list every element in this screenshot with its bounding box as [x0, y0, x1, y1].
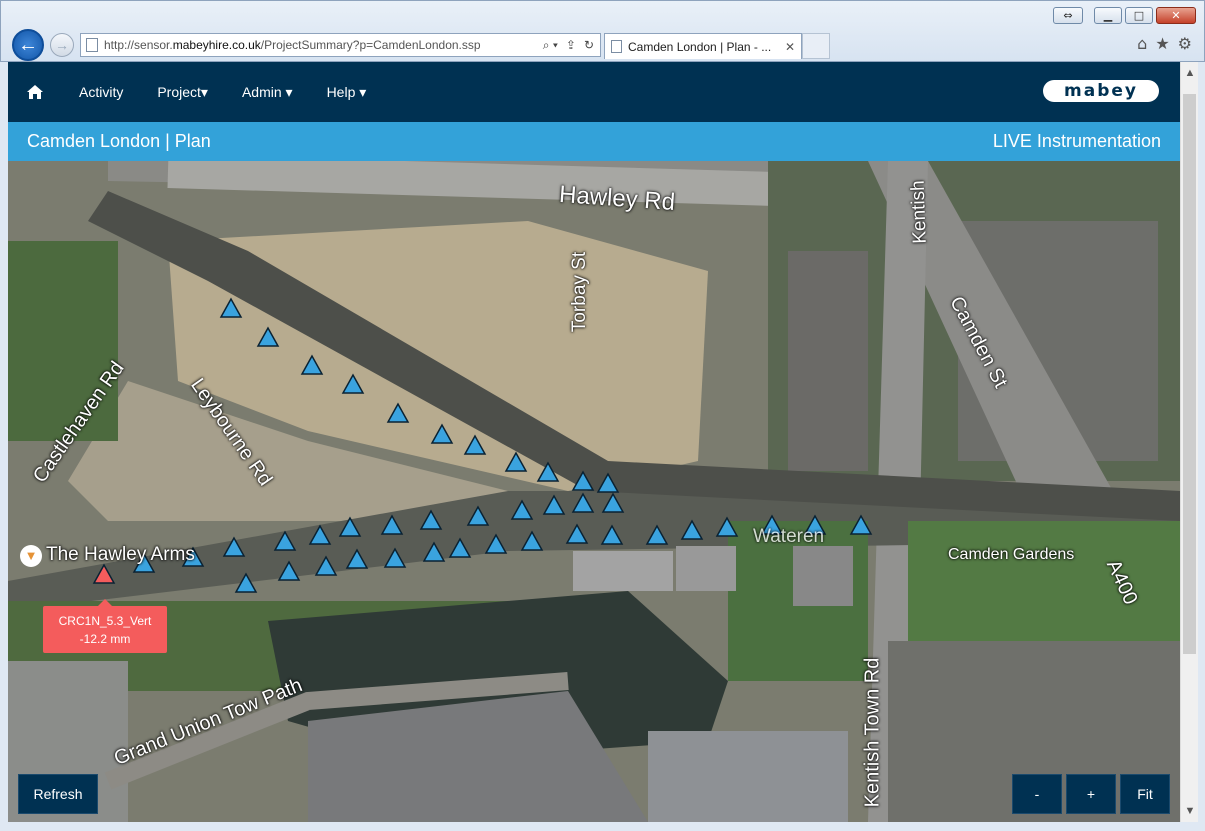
sensor-marker[interactable]: [234, 572, 258, 593]
new-tab-button[interactable]: [802, 33, 830, 59]
search-icon[interactable]: ⌕ ▾: [543, 38, 558, 53]
sensor-marker[interactable]: [448, 537, 472, 558]
settings-icon[interactable]: ⚙: [1178, 34, 1192, 53]
scroll-thumb[interactable]: [1183, 94, 1196, 654]
sensor-marker[interactable]: [341, 373, 365, 394]
sensor-marker[interactable]: [419, 509, 443, 530]
sensor-marker[interactable]: [463, 434, 487, 455]
page-icon: [86, 38, 98, 52]
sensor-marker[interactable]: [601, 492, 625, 513]
sensor-marker[interactable]: [338, 516, 362, 537]
window-controls: ⇔ ▁ □ ✕: [1053, 7, 1196, 24]
map-label-hawley-arms[interactable]: ▼ The Hawley Arms: [20, 544, 195, 567]
sensor-marker[interactable]: [542, 494, 566, 515]
sensor-marker[interactable]: [430, 423, 454, 444]
page-title: Camden London | Plan: [27, 131, 211, 151]
sensor-marker[interactable]: [219, 297, 243, 318]
map-label-torbay-st: Torbay St: [569, 251, 591, 333]
nav-activity[interactable]: Activity: [62, 84, 140, 100]
sensor-marker[interactable]: [849, 514, 873, 535]
sensor-marker[interactable]: [680, 519, 704, 540]
map-label-camden-gardens: Camden Gardens: [948, 546, 1075, 563]
nav-admin[interactable]: Admin ▾: [225, 84, 310, 101]
home-icon[interactable]: ⌂: [1137, 34, 1147, 53]
refresh-icon[interactable]: ↻: [584, 38, 594, 53]
sensor-marker[interactable]: [536, 461, 560, 482]
sensor-marker[interactable]: [571, 470, 595, 491]
sensor-marker[interactable]: [273, 530, 297, 551]
sensor-marker[interactable]: [380, 514, 404, 535]
browser-chrome: ⇔ ▁ □ ✕ ← → http://sensor.mabeyhire.co.u…: [0, 0, 1205, 62]
back-button[interactable]: ←: [12, 29, 44, 61]
site-map[interactable]: Hawley Rd Torbay St Kentish Camden St Ca…: [8, 161, 1180, 822]
sensor-marker[interactable]: [386, 402, 410, 423]
sensor-marker[interactable]: [504, 451, 528, 472]
sensor-marker[interactable]: [565, 523, 589, 544]
live-status: LIVE Instrumentation: [992, 131, 1161, 151]
close-button[interactable]: ✕: [1156, 7, 1196, 24]
mabey-logo[interactable]: mabey: [1043, 80, 1159, 102]
sensor-marker[interactable]: [484, 533, 508, 554]
restore-icon[interactable]: ⇔: [1053, 7, 1083, 24]
sensor-marker[interactable]: [571, 492, 595, 513]
sensor-marker[interactable]: [256, 326, 280, 347]
app-navbar: Activity Project▾ Admin ▾ Help ▾ mabey: [8, 62, 1180, 122]
sensor-marker[interactable]: [510, 499, 534, 520]
maximize-button[interactable]: □: [1125, 7, 1153, 24]
nav-help[interactable]: Help ▾: [310, 84, 384, 101]
sensor-marker-alert[interactable]: [92, 563, 116, 584]
sensor-marker[interactable]: [314, 555, 338, 576]
sensor-marker[interactable]: [308, 524, 332, 545]
address-bar[interactable]: http://sensor.mabeyhire.co.uk/ProjectSum…: [80, 33, 601, 57]
tab-page-icon: [611, 40, 622, 53]
sensor-marker[interactable]: [422, 541, 446, 562]
home-icon[interactable]: [8, 84, 62, 100]
sensor-marker[interactable]: [345, 548, 369, 569]
forward-button[interactable]: →: [50, 33, 74, 57]
sensor-marker[interactable]: [715, 516, 739, 537]
address-url[interactable]: http://sensor.mabeyhire.co.uk/ProjectSum…: [104, 38, 543, 52]
map-label-water: Wateren: [753, 526, 825, 547]
tab-title: Camden London | Plan - ...: [628, 39, 772, 54]
map-label-kentish-town-rd: Kentish Town Rd: [861, 657, 884, 808]
sensor-marker[interactable]: [222, 536, 246, 557]
sensor-name: CRC1N_5.3_Vert: [58, 613, 152, 628]
browser-tab[interactable]: Camden London | Plan - ... ✕: [604, 33, 802, 59]
favorites-icon[interactable]: ★: [1155, 34, 1169, 53]
sensor-marker[interactable]: [645, 524, 669, 545]
sensor-marker[interactable]: [277, 560, 301, 581]
nav-project[interactable]: Project▾: [140, 84, 225, 101]
zoom-out-button[interactable]: -: [1012, 774, 1062, 814]
pub-icon: ▼: [20, 545, 42, 567]
map-label-kentish: Kentish: [907, 179, 931, 245]
fit-button[interactable]: Fit: [1120, 774, 1170, 814]
sensor-marker[interactable]: [300, 354, 324, 375]
minimize-button[interactable]: ▁: [1094, 7, 1122, 24]
compat-icon[interactable]: ⇪: [566, 38, 576, 53]
refresh-button[interactable]: Refresh: [18, 774, 98, 814]
scroll-down-icon[interactable]: ▼: [1181, 802, 1199, 820]
sensor-marker[interactable]: [466, 505, 490, 526]
sensor-tooltip: CRC1N_5.3_Vert -12.2 mm: [43, 599, 167, 653]
sensor-marker[interactable]: [383, 547, 407, 568]
sensor-marker[interactable]: [600, 524, 624, 545]
tab-close-icon[interactable]: ✕: [785, 40, 801, 54]
zoom-in-button[interactable]: +: [1066, 774, 1116, 814]
scroll-up-icon[interactable]: ▲: [1181, 64, 1199, 82]
sensor-marker[interactable]: [596, 472, 620, 493]
sensor-marker[interactable]: [520, 530, 544, 551]
page-scrollbar[interactable]: ▲ ▼: [1180, 62, 1198, 822]
sensor-value: -12.2 mm: [79, 631, 131, 646]
page-header: Camden London | Plan LIVE Instrumentatio…: [8, 122, 1180, 161]
